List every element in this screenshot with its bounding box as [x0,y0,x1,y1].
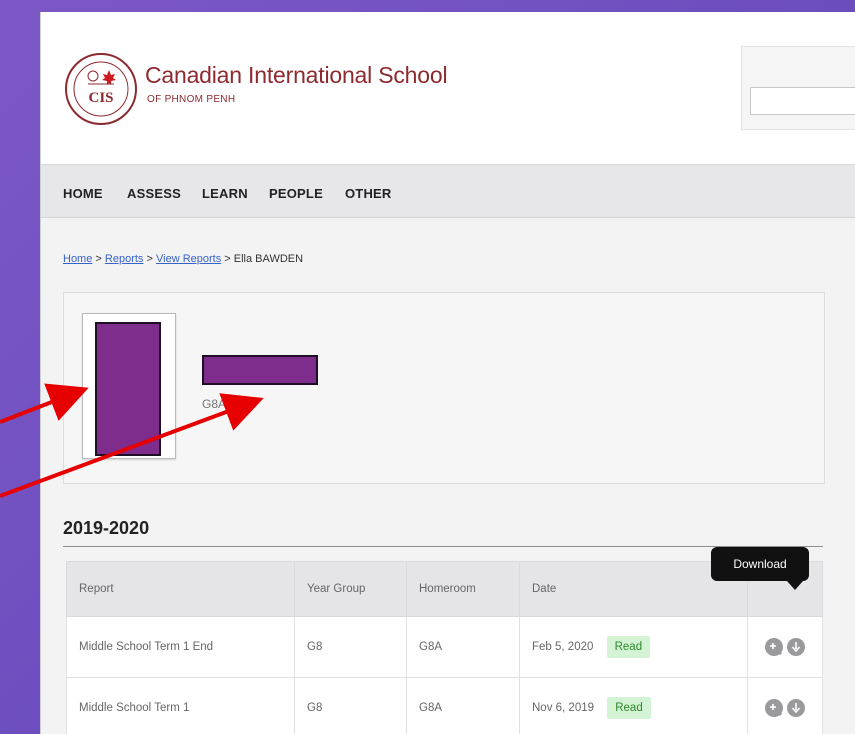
annotation-arrows [0,383,264,498]
arrow-to-photo [0,383,89,424]
arrow-to-name [0,393,264,498]
